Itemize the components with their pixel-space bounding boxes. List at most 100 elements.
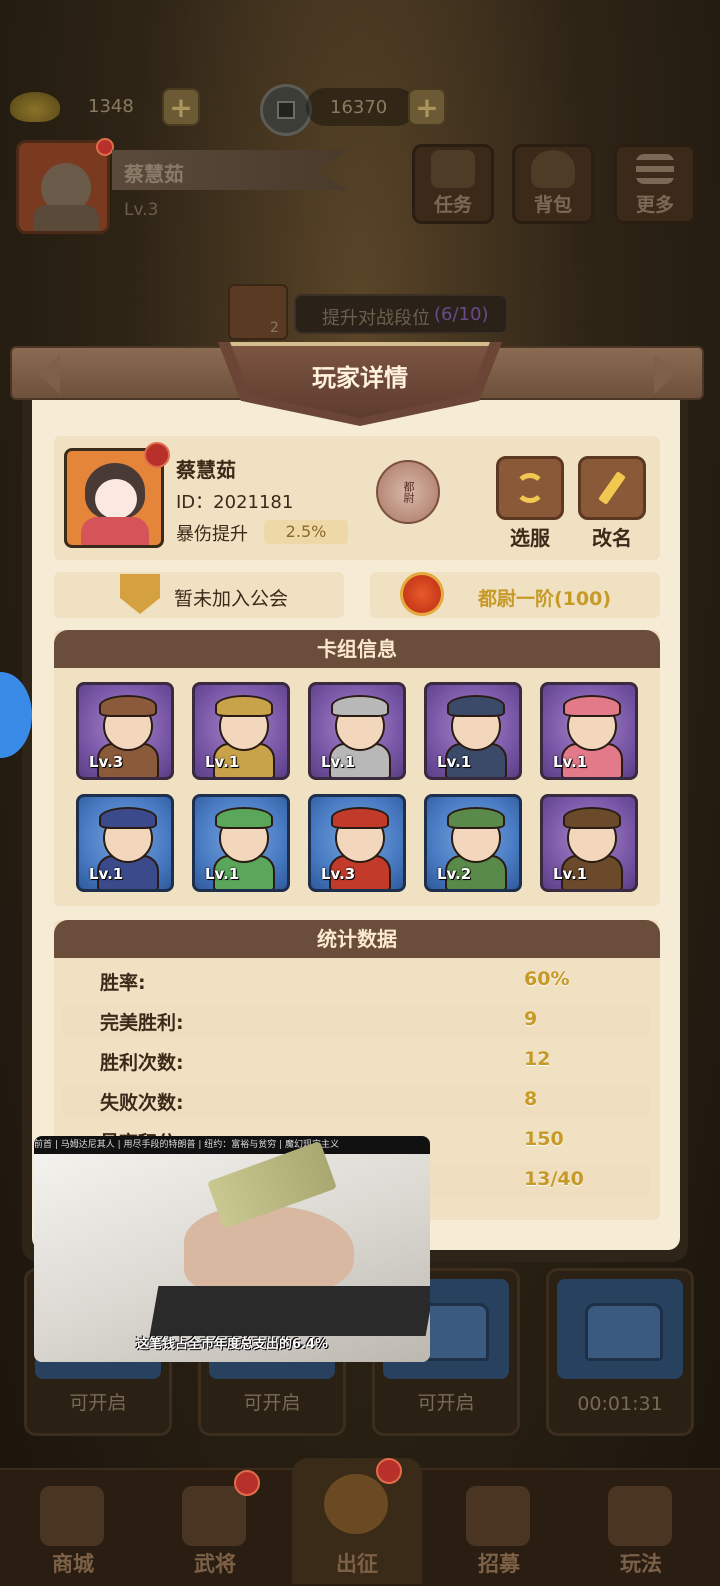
nav-recruit[interactable]: 招募 [434,1478,564,1584]
hero-headgear [331,807,389,829]
notification-dot [376,1458,402,1484]
menu-icon [636,154,674,184]
general-icon [182,1486,246,1546]
guild-status: 暂未加入公会 [174,588,289,610]
scroll-icon [431,150,475,188]
crit-bonus-label: 暴伤提升 [176,524,248,545]
video-ticker: 前首 | 马姆达尼其人 | 用尽手段的特朗普 | 纽约：富裕与贫穷 | 魔幻现实… [34,1136,430,1154]
add-ingots-button[interactable]: + [162,88,200,126]
hero-headgear [215,695,273,717]
refresh-icon-ring [515,473,545,503]
video-caption: 这笔钱占全市年度总支出的6.4% [135,1337,329,1352]
hero-headgear [99,807,157,829]
notification-dot [96,138,114,156]
coin-hole [277,101,295,119]
stat-value: 12 [524,1048,551,1070]
nav-label: 招募 [478,1552,520,1576]
hero-headgear [447,695,505,717]
nav-label: 武将 [194,1552,236,1576]
backpack-button[interactable]: 背包 [512,144,594,224]
portrait-face [95,479,137,519]
hero-level: Lv.1 [205,753,240,771]
nav-temple[interactable]: 玩法 [576,1478,706,1584]
stat-value: 60% [524,968,570,990]
rename-button[interactable]: 改名 [578,456,646,550]
shop-icon [40,1486,104,1546]
rank-up-banner[interactable]: 2 提升对战段位 (6/10) [228,284,508,340]
chest-status: 可开启 [69,1392,127,1414]
stat-label: 完美胜利: [100,1012,184,1034]
chest-box [585,1303,663,1361]
hero-headgear [215,807,273,829]
rank-name: 都尉一阶(100) [478,588,612,610]
nav-shop[interactable]: 商城 [8,1478,138,1584]
backpack-label: 背包 [533,194,572,216]
hero-card[interactable]: Lv.1 [192,794,290,892]
rank-banner-progress: (6/10) [434,304,489,325]
hero-card[interactable]: Lv.1 [424,682,522,780]
pencil-icon [578,456,646,520]
hero-card[interactable]: Lv.3 [308,794,406,892]
crit-bonus-value: 2.5% [264,520,348,544]
hero-headgear [563,807,621,829]
portrait-body [81,517,149,545]
hero-level: Lv.1 [553,753,588,771]
hero-level: Lv.3 [89,753,124,771]
recruit-icon [466,1486,530,1546]
hero-level: Lv.1 [205,865,240,883]
tasks-button[interactable]: 任务 [412,144,494,224]
rename-label: 改名 [592,526,632,550]
hero-headgear [99,695,157,717]
stat-value: 13/40 [524,1168,584,1190]
coin-icon [260,84,312,136]
video-hands [184,1206,354,1296]
player-avatar-button[interactable] [16,140,110,234]
chest-icon [557,1279,683,1379]
stat-value: 9 [524,1008,538,1030]
select-server-button[interactable]: 选服 [496,456,564,550]
player-level: Lv.3 [124,200,159,220]
hero-card[interactable]: Lv.1 [192,682,290,780]
player-id: ID：2021181 [176,492,294,513]
hero-card[interactable]: Lv.1 [308,682,406,780]
stats-section-title: 统计数据 [54,920,660,958]
hero-card[interactable]: Lv.2 [424,794,522,892]
hero-level: Lv.3 [321,865,356,883]
nav-battle[interactable]: 出征 [292,1458,422,1584]
chest-status: 00:01:31 [577,1393,663,1415]
chest-status: 可开启 [417,1392,475,1414]
select-server-label: 选服 [510,526,550,550]
hero-card[interactable]: Lv.1 [540,794,638,892]
more-button[interactable]: 更多 [614,144,696,224]
nav-label: 出征 [336,1552,378,1576]
battle-icon [324,1474,388,1534]
nav-general[interactable]: 武将 [150,1470,280,1584]
header-right-arrow [654,354,676,394]
stat-row: 胜率: 60% [62,964,650,998]
hero-card[interactable]: Lv.1 [540,682,638,780]
nav-label: 商城 [52,1552,94,1576]
video-overlay[interactable]: 前首 | 马姆达尼其人 | 用尽手段的特朗普 | 纽约：富裕与贫穷 | 魔幻现实… [34,1136,430,1362]
refresh-icon [496,456,564,520]
player-name: 蔡慧茹 [124,162,184,186]
stat-row: 失败次数: 8 [62,1084,650,1118]
hero-headgear [331,695,389,717]
chest-status: 可开启 [243,1392,301,1414]
chest-slot[interactable]: 00:01:31 [546,1268,694,1436]
hero-headgear [563,695,621,717]
hero-level: Lv.2 [437,865,472,883]
add-coins-button[interactable]: + [408,88,446,126]
rank-banner-text: 提升对战段位 [322,308,430,329]
detail-player-name: 蔡慧茹 [176,458,236,482]
rank-medal-icon [400,572,444,616]
deck-section-title: 卡组信息 [54,630,660,668]
hero-card[interactable]: Lv.3 [76,682,174,780]
header-left-arrow [38,354,60,394]
modal-title: 玩家详情 [312,364,408,392]
hero-level: Lv.1 [553,865,588,883]
coin-count: 16370 [330,96,388,118]
coin-count-pill: 16370 [306,88,416,126]
pencil-icon-shape [598,471,626,505]
more-label: 更多 [635,194,674,216]
hero-card[interactable]: Lv.1 [76,794,174,892]
